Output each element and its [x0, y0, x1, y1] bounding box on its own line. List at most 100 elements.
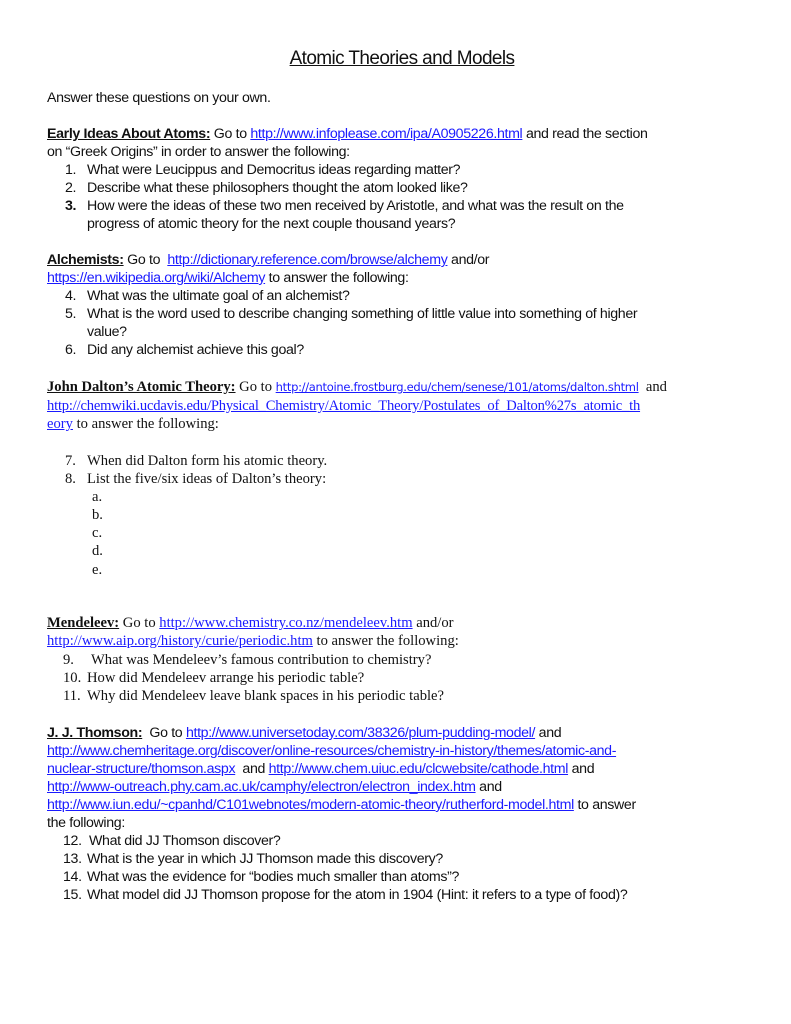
link-universetoday[interactable]: http://www.universetoday.com/38326/plum-… — [186, 725, 535, 741]
thomson-line5: http://www.iun.edu/~cpanhd/C101webnotes/… — [47, 796, 636, 814]
question-5: 5. What is the word used to describe chan… — [65, 305, 638, 323]
text: and/or — [447, 252, 490, 268]
thomson-line6: the following: — [47, 815, 125, 831]
text: Go to — [123, 252, 168, 268]
link-chemheritage[interactable]: http://www.chemheritage.org/discover/onl… — [47, 743, 616, 759]
question-number: 6. — [65, 342, 77, 358]
early-ideas-line2: on “Greek Origins” in order to answer th… — [47, 144, 350, 160]
section-heading-mendeleev: Mendeleev: — [47, 615, 120, 631]
subitem-b: b. — [92, 507, 103, 523]
question-text: Describe what these philosophers thought… — [87, 180, 468, 196]
question-11: 11. Why did Mendeleev leave blank spaces … — [63, 687, 444, 705]
question-9: 9. What was Mendeleev’s famous contributi… — [63, 651, 431, 669]
link-iun-rutherford[interactable]: http://www.iun.edu/~cpanhd/C101webnotes/… — [47, 797, 574, 813]
question-number: 11. — [63, 688, 81, 704]
question-text: What were Leucippus and Democritus ideas… — [87, 162, 461, 178]
text: and — [235, 761, 269, 777]
link-dictionary-alchemy[interactable]: http://dictionary.reference.com/browse/a… — [167, 252, 447, 268]
thomson-line2: http://www.chemheritage.org/discover/onl… — [47, 742, 616, 760]
question-13: 13. What is the year in which JJ Thomson … — [63, 850, 443, 868]
thomson-line1: J. J. Thomson: Go to http://www.universe… — [47, 724, 562, 742]
title-text: Atomic Theories and Models — [289, 48, 515, 69]
question-7: 7. When did Dalton form his atomic theory… — [65, 452, 327, 470]
question-4: 4. What was the ultimate goal of an alche… — [65, 287, 350, 305]
text: to answer the following: — [72, 416, 219, 432]
text: Go to — [142, 725, 186, 741]
text: and — [638, 379, 667, 395]
section-heading-early-ideas: Early Ideas About Atoms: — [47, 126, 211, 142]
thomson-line4: http://www-outreach.phy.cam.ac.uk/camphy… — [47, 778, 502, 796]
question-text: What did JJ Thomson discover? — [89, 833, 281, 849]
text: to answer the following: — [312, 633, 459, 649]
subitem-c: c. — [92, 525, 103, 541]
question-number: 2. — [65, 180, 77, 196]
alchemists-line1: Alchemists: Go to http://dictionary.refe… — [47, 251, 490, 269]
alchemists-line2: https://en.wikipedia.org/wiki/Alchemy to… — [47, 269, 409, 287]
question-12: 12. What did JJ Thomson discover? — [63, 832, 281, 850]
text: Go to — [235, 379, 276, 395]
question-number: 12. — [63, 833, 82, 849]
question-number: 7. — [65, 453, 76, 469]
mendeleev-line2: http://www.aip.org/history/curie/periodi… — [47, 632, 459, 650]
text: and read the section — [522, 126, 648, 142]
link-chemwiki-dalton[interactable]: http://chemwiki.ucdavis.edu/Physical_Che… — [47, 398, 640, 414]
question-number: 8. — [65, 471, 76, 487]
question-8: 8. List the five/six ideas of Dalton’s th… — [65, 470, 326, 488]
question-text: What model did JJ Thomson propose for th… — [87, 887, 628, 903]
text: and — [535, 725, 562, 741]
question-5-cont: value? — [87, 324, 127, 340]
question-3: 3. How were the ideas of these two men re… — [65, 197, 624, 215]
question-10: 10. How did Mendeleev arrange his periodi… — [63, 669, 364, 687]
text: and/or — [412, 615, 454, 631]
question-text: Did any alchemist achieve this goal? — [87, 342, 304, 358]
link-uiuc-cathode[interactable]: http://www.chem.uiuc.edu/clcwebsite/cath… — [269, 761, 569, 777]
link-infoplease[interactable]: http://www.infoplease.com/ipa/A0905226.h… — [250, 126, 522, 142]
question-15: 15. What model did JJ Thomson propose for… — [63, 886, 628, 904]
question-text: What was the ultimate goal of an alchemi… — [87, 288, 350, 304]
text: Go to — [119, 615, 160, 631]
section-heading-dalton: John Dalton’s Atomic Theory: — [47, 379, 236, 395]
question-text: What was the evidence for “bodies much s… — [87, 869, 460, 885]
section-heading-thomson: J. J. Thomson: — [47, 725, 143, 741]
question-number: 10. — [63, 670, 82, 686]
question-text: What is the word used to describe changi… — [87, 306, 638, 322]
question-1: 1. What were Leucippus and Democritus ide… — [65, 161, 461, 179]
link-wikipedia-alchemy[interactable]: https://en.wikipedia.org/wiki/Alchemy — [47, 270, 265, 286]
text: and — [475, 779, 502, 795]
text: and — [568, 761, 595, 777]
section-heading-alchemists: Alchemists: — [47, 252, 124, 268]
thomson-line3: nuclear-structure/thomson.aspx and http:… — [47, 760, 595, 778]
link-chemistry-mendeleev[interactable]: http://www.chemistry.co.nz/mendeleev.htm — [159, 615, 412, 631]
mendeleev-line1: Mendeleev: Go to http://www.chemistry.co… — [47, 614, 454, 632]
question-text: How were the ideas of these two men rece… — [87, 198, 624, 214]
early-ideas-line1: Early Ideas About Atoms: Go to http://ww… — [47, 125, 648, 143]
question-text: List the five/six ideas of Dalton’s theo… — [87, 471, 327, 487]
dalton-line1: John Dalton’s Atomic Theory: Go to http:… — [47, 378, 667, 396]
link-cam-electron[interactable]: http://www-outreach.phy.cam.ac.uk/camphy… — [47, 779, 476, 795]
question-number: 1. — [65, 162, 77, 178]
question-number: 14. — [63, 869, 82, 885]
intro-text: Answer these questions on your own. — [47, 90, 271, 106]
question-14: 14. What was the evidence for “bodies muc… — [63, 868, 459, 886]
dalton-line2: http://chemwiki.ucdavis.edu/Physical_Che… — [47, 397, 640, 415]
question-2: 2. Describe what these philosophers thoug… — [65, 179, 468, 197]
page-title: Atomic Theories and Models — [47, 48, 757, 70]
question-text: When did Dalton form his atomic theory. — [87, 453, 328, 469]
link-aip-periodic[interactable]: http://www.aip.org/history/curie/periodi… — [47, 633, 313, 649]
subitem-a: a. — [92, 489, 103, 505]
question-number: 5. — [65, 306, 77, 322]
subitem-e: e. — [92, 562, 103, 578]
link-frostburg-dalton[interactable]: http://antoine.frostburg.edu/chem/senese… — [276, 380, 639, 394]
subitem-d: d. — [92, 543, 103, 559]
question-number: 13. — [63, 851, 82, 867]
dalton-line3: eory to answer the following: — [47, 415, 219, 433]
text: to answer the following: — [265, 270, 409, 286]
link-chemwiki-dalton-cont[interactable]: eory — [47, 416, 73, 432]
question-number: 9. — [63, 652, 74, 668]
question-text: Why did Mendeleev leave blank spaces in … — [87, 688, 445, 704]
question-text: How did Mendeleev arrange his periodic t… — [87, 670, 365, 686]
question-number: 4. — [65, 288, 77, 304]
text: to answer — [573, 797, 636, 813]
question-number: 15. — [63, 887, 82, 903]
link-chemheritage-cont[interactable]: nuclear-structure/thomson.aspx — [47, 761, 236, 777]
